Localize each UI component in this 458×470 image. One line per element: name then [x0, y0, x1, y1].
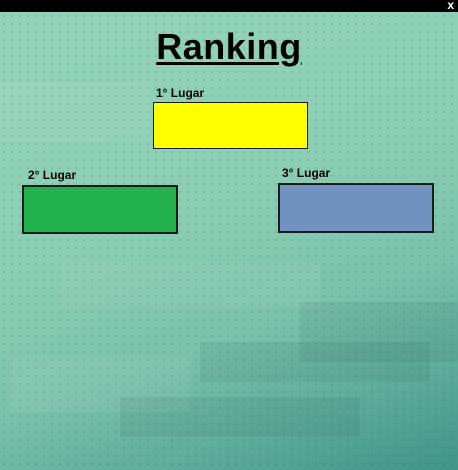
- background-patch: [60, 262, 320, 307]
- third-place-box: [278, 183, 434, 233]
- close-button[interactable]: x: [447, 0, 454, 12]
- first-place-label: 1° Lugar: [156, 86, 205, 100]
- background-patch: [300, 302, 458, 362]
- ranking-window: x Ranking 1° Lugar 2° Lugar 3° Lugar: [0, 0, 458, 470]
- third-place-label: 3° Lugar: [282, 166, 331, 180]
- first-place-box: [153, 102, 308, 149]
- background: [0, 12, 458, 470]
- second-place-label: 2° Lugar: [28, 168, 77, 182]
- second-place-box: [22, 185, 178, 234]
- background-patch: [120, 397, 360, 437]
- background-patch: [0, 82, 150, 142]
- page-title: Ranking: [156, 26, 302, 67]
- title-bar: x: [0, 0, 458, 12]
